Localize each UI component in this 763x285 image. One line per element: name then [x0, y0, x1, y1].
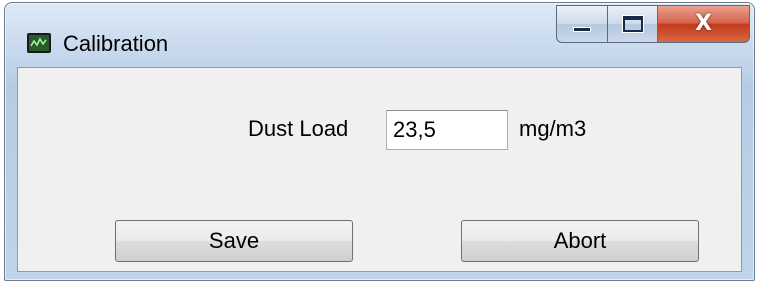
caption-buttons: X	[556, 5, 750, 43]
dust-load-label: Dust Load	[248, 116, 349, 141]
unit-label: mg/m3	[519, 116, 587, 141]
chart-monitor-icon	[27, 33, 51, 53]
close-icon: X	[695, 11, 712, 36]
maximize-button[interactable]	[608, 5, 658, 43]
title-bar[interactable]: Calibration X	[5, 3, 754, 67]
abort-button[interactable]: Abort	[461, 220, 699, 262]
calibration-window: Calibration X Dust Load mg/m3 Save Abort	[4, 2, 755, 281]
maximize-icon	[621, 15, 644, 33]
dust-load-input[interactable]	[386, 110, 508, 150]
window-title: Calibration	[63, 31, 169, 56]
minimize-icon	[573, 26, 591, 32]
minimize-button[interactable]	[556, 5, 608, 43]
dialog-body: Dust Load mg/m3 Save Abort	[17, 67, 742, 272]
save-button[interactable]: Save	[115, 220, 353, 262]
close-button[interactable]: X	[658, 5, 750, 43]
